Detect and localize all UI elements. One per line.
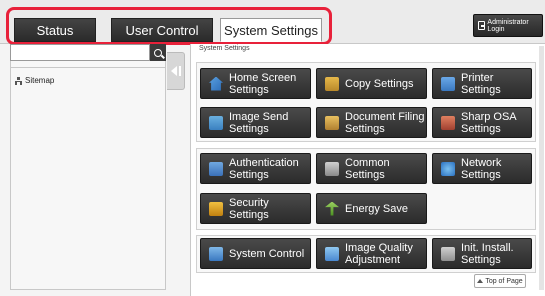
tile-label-line2: Adjustment [345,253,401,266]
search-icon [154,48,162,57]
divider [10,67,166,68]
energy-save-button[interactable]: Energy Save [316,193,427,224]
top-of-page-label: Top of Page [485,277,523,285]
security-settings-button[interactable]: Security Settings [200,193,311,224]
tile-label-line1: Common [345,156,390,169]
authentication-icon [209,161,223,176]
system-control-button[interactable]: System Control [200,238,311,269]
printer-icon [441,76,455,91]
tile-label-line1: Energy Save [345,202,408,215]
image-send-settings-button[interactable]: Image Send Settings [200,107,311,138]
init-install-settings-button[interactable]: Init. Install. Settings [432,238,532,269]
tile-label-line1: Authentication [229,156,299,169]
home-screen-settings-button[interactable]: Home Screen Settings [200,68,311,99]
tile-label-line2: Settings [229,208,269,221]
search-button[interactable] [150,44,166,61]
collapse-sidebar-button[interactable] [167,52,185,90]
top-of-page-button[interactable]: Top of Page [474,274,526,288]
sitemap-icon [15,77,22,85]
copy-settings-button[interactable]: Copy Settings [316,68,427,99]
tabs-highlight-callout [6,7,332,45]
tile-label-line2: Settings [461,253,501,266]
tile-label-line2: Settings [229,122,269,135]
tile-label-line2: Settings [229,168,269,181]
authentication-settings-button[interactable]: Authentication Settings [200,153,311,184]
tile-label-line2: Settings [461,83,501,96]
sharp-osa-settings-button[interactable]: Sharp OSA Settings [432,107,532,138]
scrollbar[interactable] [539,46,544,290]
collapse-bar-icon [178,66,181,76]
tile-label-line1: System Control [229,247,305,260]
image-quality-icon [325,246,339,261]
copy-icon [325,76,339,91]
tile-label-line2: Settings [461,168,501,181]
tile-label-line1: Sharp OSA [461,110,517,123]
document-filing-settings-button[interactable]: Document Filing Settings [316,107,427,138]
home-icon [209,76,223,91]
tile-label-line2: Settings [345,122,385,135]
tile-label-line1: Init. Install. [461,241,514,254]
tile-label-line1: Home Screen [229,71,297,84]
page-title: System Settings [199,45,250,52]
tile-label-line2: Settings [345,168,385,181]
tile-label-line1: Network [461,156,502,169]
tile-label-line2: Settings [229,83,269,96]
image-send-icon [209,115,223,130]
app-frame: Status User Control System Settings Admi… [0,0,545,296]
network-settings-button[interactable]: Network Settings [432,153,532,184]
document-filing-icon [325,115,339,130]
network-icon [441,161,455,176]
common-settings-icon [325,161,339,176]
common-settings-button[interactable]: Common Settings [316,153,427,184]
admin-login-label: Administrator Login [487,18,529,33]
sharp-osa-icon [441,115,455,130]
tile-label-line1: Image Send [229,110,289,123]
tab-bar: Status User Control System Settings Admi… [0,0,545,45]
init-install-icon [441,246,455,261]
lock-icon [209,201,223,216]
image-quality-adjustment-button[interactable]: Image Quality Adjustment [316,238,427,269]
arrow-up-icon [477,279,484,283]
tile-label-line1: Image Quality [345,241,413,254]
search-input[interactable] [10,44,150,61]
login-icon [478,21,486,30]
tile-label-line2: Settings [461,122,501,135]
tile-label-line1: Printer [461,71,494,84]
tile-label-line1: Document Filing [345,110,425,123]
leaf-icon [325,201,339,216]
tile-label-line1: Security [229,196,269,209]
tile-label-line1: Copy Settings [345,77,414,90]
sidebar-item-label: Sitemap [25,76,55,85]
chevron-left-icon [170,66,177,76]
sidebar-item-sitemap[interactable]: Sitemap [15,76,54,85]
admin-login-button[interactable]: Administrator Login [473,14,543,37]
printer-settings-button[interactable]: Printer Settings [432,68,532,99]
system-control-icon [209,246,223,261]
